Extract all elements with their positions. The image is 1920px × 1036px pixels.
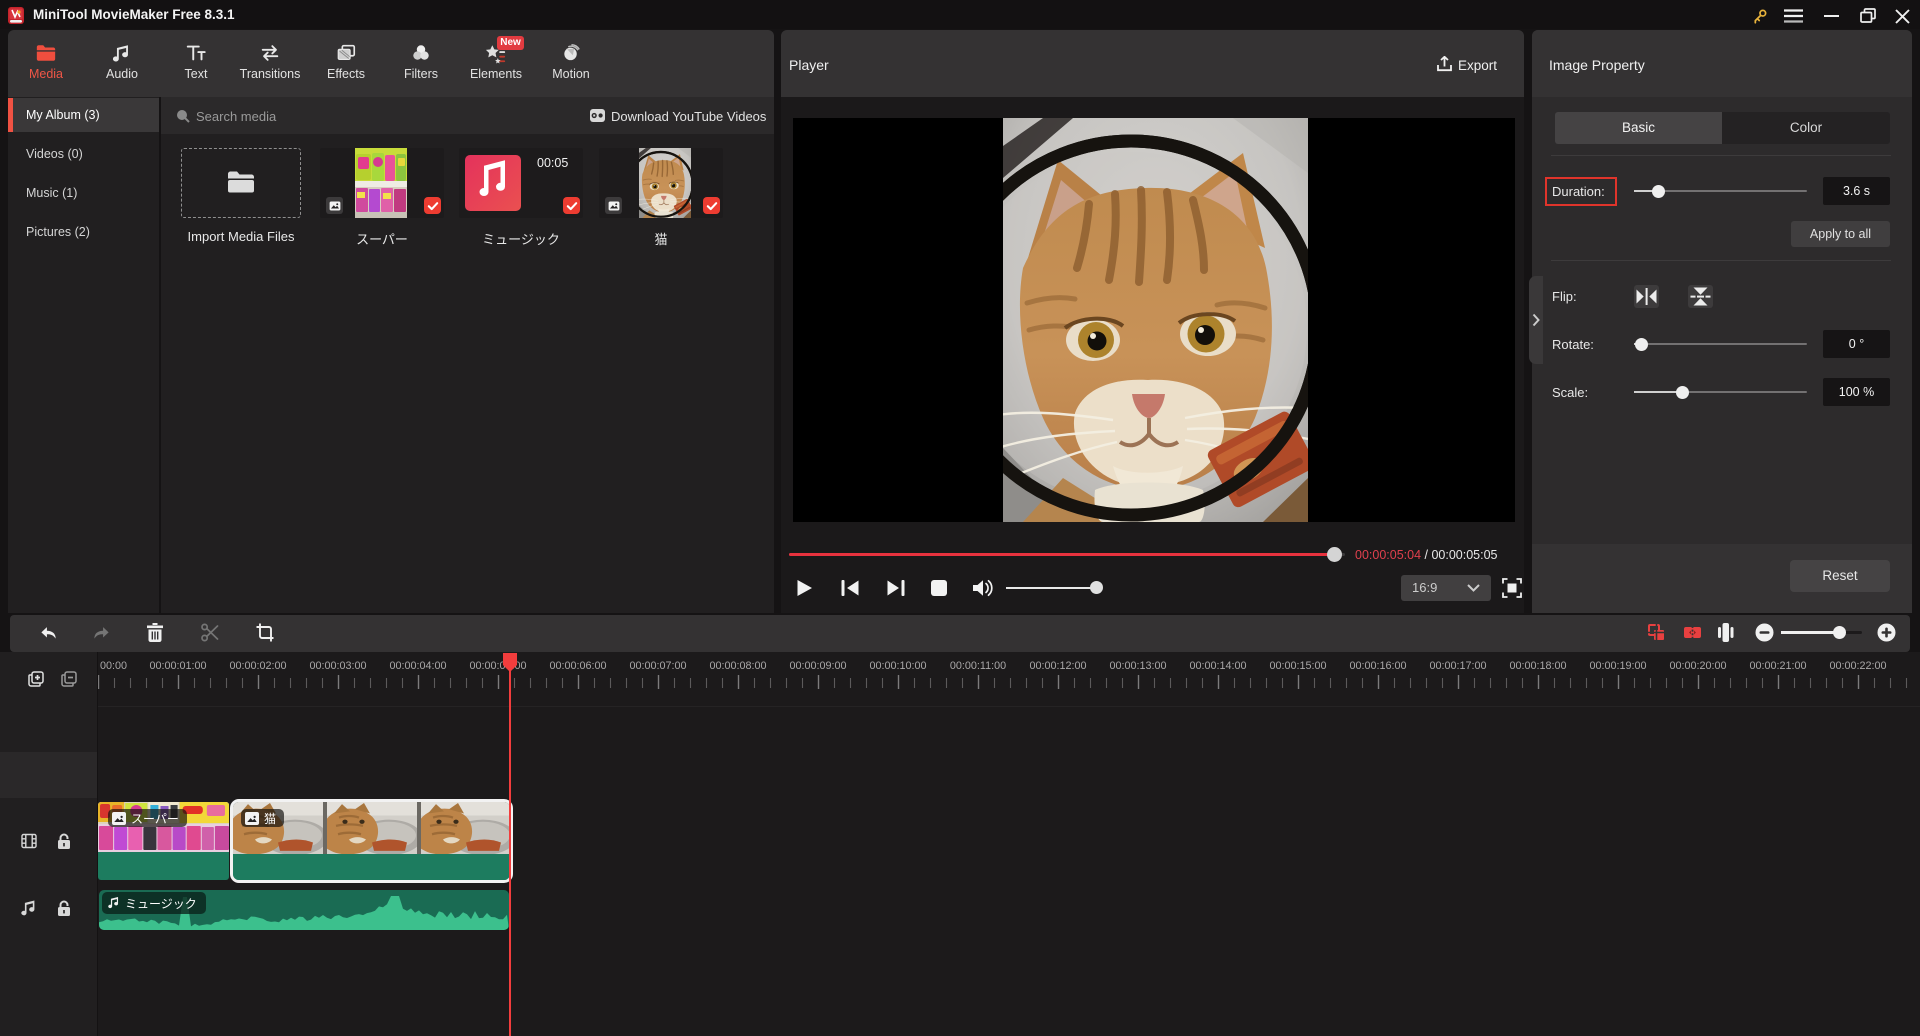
svg-text:00:00:10:00: 00:00:10:00 bbox=[869, 660, 926, 672]
svg-text:00:00:22:00: 00:00:22:00 bbox=[1829, 660, 1886, 672]
svg-text:00:00:18:00: 00:00:18:00 bbox=[1509, 660, 1566, 672]
svg-text:00:00:12:00: 00:00:12:00 bbox=[1029, 660, 1086, 672]
svg-text:00:00:15:00: 00:00:15:00 bbox=[1269, 660, 1326, 672]
svg-text:00:00:05:00: 00:00:05:00 bbox=[469, 660, 526, 672]
svg-text:00:00:06:00: 00:00:06:00 bbox=[549, 660, 606, 672]
svg-text:00:00:11:00: 00:00:11:00 bbox=[950, 660, 1006, 672]
svg-text:00:00:17:00: 00:00:17:00 bbox=[1429, 660, 1486, 672]
svg-text:00:00:13:00: 00:00:13:00 bbox=[1109, 660, 1166, 672]
svg-text:00:00:16:00: 00:00:16:00 bbox=[1349, 660, 1406, 672]
svg-text:00:00:02:00: 00:00:02:00 bbox=[229, 660, 286, 672]
svg-text:00:00:03:00: 00:00:03:00 bbox=[309, 660, 366, 672]
svg-text:00:00:20:00: 00:00:20:00 bbox=[1669, 660, 1726, 672]
svg-text:00:00:09:00: 00:00:09:00 bbox=[789, 660, 846, 672]
svg-text:00:00:14:00: 00:00:14:00 bbox=[1189, 660, 1246, 672]
svg-text:00:00: 00:00 bbox=[100, 660, 127, 672]
svg-text:00:00:07:00: 00:00:07:00 bbox=[629, 660, 686, 672]
svg-text:00:00:19:00: 00:00:19:00 bbox=[1589, 660, 1646, 672]
svg-text:00:00:08:00: 00:00:08:00 bbox=[709, 660, 766, 672]
svg-text:00:00:04:00: 00:00:04:00 bbox=[389, 660, 446, 672]
svg-text:00:00:21:00: 00:00:21:00 bbox=[1749, 660, 1806, 672]
svg-text:00:00:01:00: 00:00:01:00 bbox=[149, 660, 206, 672]
